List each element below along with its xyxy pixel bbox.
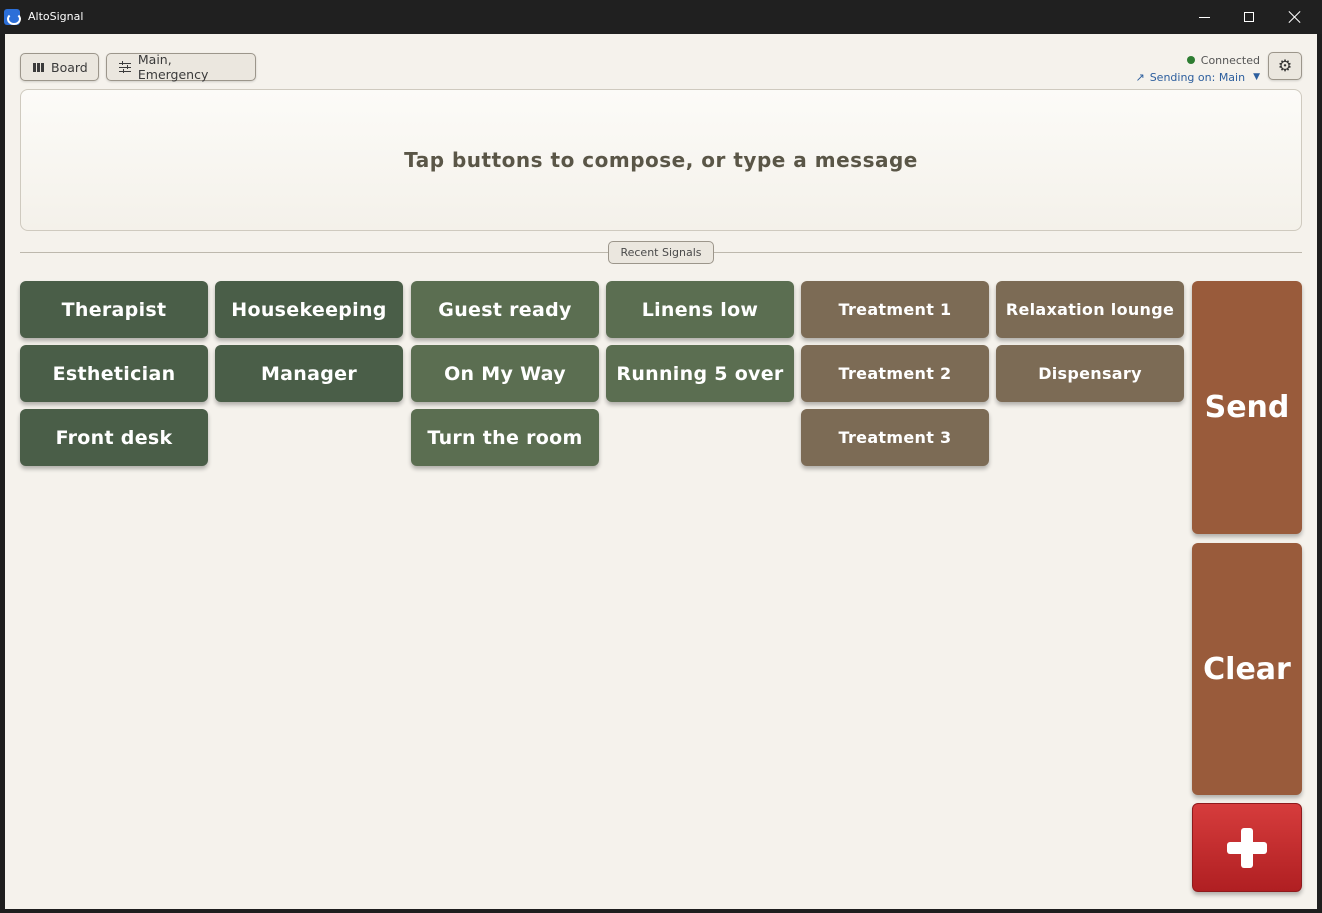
turn-the-room-button[interactable]: Turn the room xyxy=(411,409,599,466)
title-bar: AltoSignal xyxy=(0,0,1322,34)
plus-icon xyxy=(1227,827,1267,868)
board-button[interactable]: Board xyxy=(20,53,99,81)
recent-signals-button[interactable]: Recent Signals xyxy=(608,241,714,264)
app-logo-icon xyxy=(4,9,21,25)
dispensary-button[interactable]: Dispensary xyxy=(996,345,1184,402)
on-my-way-button[interactable]: On My Way xyxy=(411,345,599,402)
caret-down-icon: ▼ xyxy=(1253,72,1260,82)
connection-dot-icon xyxy=(1186,56,1195,64)
connection-status: Connected ↗ Sending on: Main ▼ xyxy=(1135,53,1260,85)
arrow-up-right-icon: ↗ xyxy=(1135,70,1145,84)
maximize-icon xyxy=(1244,12,1254,22)
minimize-button[interactable] xyxy=(1181,0,1227,34)
board-columns-icon xyxy=(33,62,44,72)
guest-ready-button[interactable]: Guest ready xyxy=(411,281,599,338)
minimize-icon xyxy=(1198,16,1210,18)
sliders-icon xyxy=(119,61,131,73)
linens-low-button[interactable]: Linens low xyxy=(606,281,794,338)
settings-button[interactable]: ⚙ xyxy=(1268,52,1302,80)
esthetician-button[interactable]: Esthetician xyxy=(20,345,208,402)
gear-icon: ⚙ xyxy=(1277,56,1293,75)
manager-button[interactable]: Manager xyxy=(215,345,403,402)
channels-button[interactable]: Main, Emergency xyxy=(106,52,256,82)
sending-channel-label: Sending on: Main xyxy=(1149,70,1246,84)
app-client-area: Board Main, Emergency Connected ↗ Sendin… xyxy=(5,34,1317,909)
maximize-button[interactable] xyxy=(1226,0,1272,34)
running-5-over-button[interactable]: Running 5 over xyxy=(606,345,794,402)
emergency-button[interactable] xyxy=(1192,803,1302,892)
sending-channel-dropdown[interactable]: ↗ Sending on: Main ▼ xyxy=(1135,69,1260,85)
compose-area[interactable]: Tap buttons to compose, or type a messag… xyxy=(20,89,1302,231)
treatment-2-button[interactable]: Treatment 2 xyxy=(801,345,989,402)
connection-label: Connected xyxy=(1200,53,1260,67)
channels-button-label: Main, Emergency xyxy=(137,52,209,82)
treatment-3-button[interactable]: Treatment 3 xyxy=(801,409,989,466)
therapist-button[interactable]: Therapist xyxy=(20,281,208,338)
send-button[interactable]: Send xyxy=(1192,281,1302,534)
relaxation-lounge-button[interactable]: Relaxation lounge xyxy=(996,281,1184,338)
clear-button[interactable]: Clear xyxy=(1192,543,1302,795)
front-desk-button[interactable]: Front desk xyxy=(20,409,208,466)
close-icon xyxy=(1289,11,1301,23)
board-button-label: Board xyxy=(51,59,88,75)
window-title: AltoSignal xyxy=(28,10,84,23)
close-button[interactable] xyxy=(1272,0,1318,34)
treatment-1-button[interactable]: Treatment 1 xyxy=(801,281,989,338)
housekeeping-button[interactable]: Housekeeping xyxy=(215,281,403,338)
